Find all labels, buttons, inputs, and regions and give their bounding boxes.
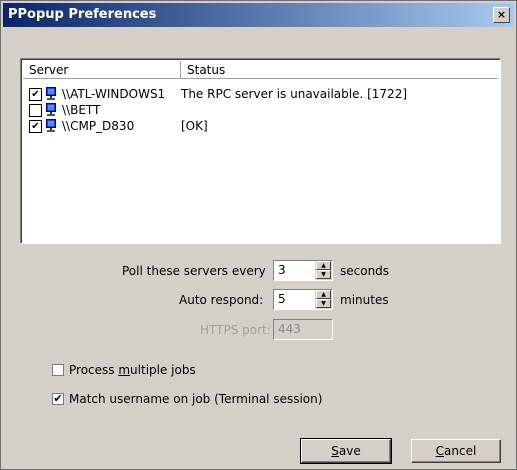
spin-up-icon[interactable]: ▲ xyxy=(316,290,331,299)
server-name: \\BETT xyxy=(62,103,101,117)
poll-interval-stepper[interactable]: 3 ▲ ▼ xyxy=(273,260,333,281)
label-text: Process xyxy=(69,363,119,377)
accelerator-key: C xyxy=(435,444,445,458)
server-status: [OK] xyxy=(181,119,208,133)
button-label: ancel xyxy=(444,444,477,458)
poll-unit: seconds xyxy=(340,264,390,278)
column-header-status[interactable]: Status xyxy=(181,61,498,79)
server-status: The RPC server is unavailable. [1722] xyxy=(181,87,408,101)
list-item[interactable]: \\BETT xyxy=(27,102,497,118)
process-multiple-label[interactable]: Process multiple jobs xyxy=(69,363,196,377)
https-port-field: 443 xyxy=(273,319,333,340)
https-port-label: HTTPS port: xyxy=(200,323,271,337)
poll-spin-buttons: ▲ ▼ xyxy=(315,261,332,280)
auto-respond-spin-buttons: ▲ ▼ xyxy=(315,290,332,309)
auto-respond-value[interactable]: 5 xyxy=(278,292,286,306)
match-username-label[interactable]: Match username on job (Terminal session) xyxy=(69,392,322,406)
auto-respond-unit: minutes xyxy=(340,293,389,307)
window-title: PPopup Preferences xyxy=(8,7,157,22)
button-label: ave xyxy=(338,444,361,458)
server-name: \\ATL-WINDOWS1 xyxy=(62,87,166,101)
spin-up-icon[interactable]: ▲ xyxy=(316,261,331,270)
accelerator-key: m xyxy=(118,363,131,377)
poll-interval-value[interactable]: 3 xyxy=(278,263,286,277)
spin-down-icon[interactable]: ▼ xyxy=(316,299,331,308)
list-item[interactable]: ✔ \\ATL-WINDOWS1 The RPC server is unava… xyxy=(27,86,497,102)
server-checkbox[interactable]: ✔ xyxy=(29,88,42,101)
cancel-button[interactable]: Cancel xyxy=(411,439,501,463)
auto-respond-label: Auto respond: xyxy=(179,293,264,307)
computer-icon xyxy=(46,119,56,132)
close-button[interactable]: × xyxy=(493,7,510,23)
computer-icon xyxy=(46,103,56,116)
server-name: \\CMP_D830 xyxy=(62,119,135,133)
server-checkbox[interactable] xyxy=(29,104,42,117)
title-bar[interactable]: PPopup Preferences × xyxy=(3,3,514,27)
match-username-checkbox[interactable]: ✔ xyxy=(52,393,64,405)
preferences-dialog: PPopup Preferences × Server Status ✔ \\A… xyxy=(0,0,517,470)
https-port-value: 443 xyxy=(278,322,301,336)
label-text: ultiple jobs xyxy=(130,363,196,377)
server-list[interactable]: Server Status ✔ \\ATL-WINDOWS1 The RPC s… xyxy=(20,58,501,244)
computer-icon xyxy=(46,87,56,100)
spin-down-icon[interactable]: ▼ xyxy=(316,270,331,279)
accelerator-key: S xyxy=(331,444,339,458)
list-item[interactable]: ✔ \\CMP_D830 [OK] xyxy=(27,118,497,134)
server-checkbox[interactable]: ✔ xyxy=(29,120,42,133)
process-multiple-checkbox[interactable] xyxy=(52,364,64,376)
save-button[interactable]: Save xyxy=(300,438,392,464)
poll-label: Poll these servers every xyxy=(122,264,266,278)
column-header-server[interactable]: Server xyxy=(23,61,181,79)
auto-respond-stepper[interactable]: 5 ▲ ▼ xyxy=(273,289,333,310)
